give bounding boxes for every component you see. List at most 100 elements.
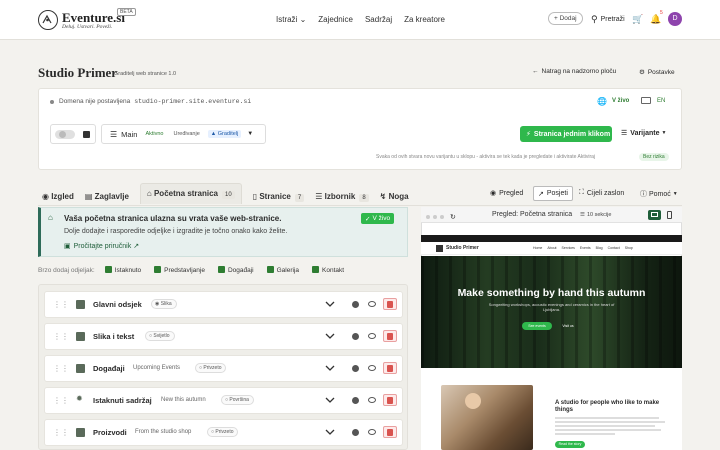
section-style-tag[interactable]: ○ Površina [221, 395, 254, 405]
tab-zaglavlje[interactable]: ▤ Zaglavlje [85, 192, 129, 201]
delete-button[interactable] [383, 298, 397, 310]
delete-button[interactable] [383, 330, 397, 342]
mini-nav-events[interactable]: Events [580, 246, 591, 250]
preview-button[interactable]: ◉ Pregled [490, 189, 523, 198]
trash-icon [387, 365, 393, 372]
section-row[interactable]: ⋮⋮ Proizvodi From the studio shop ○ Priv… [44, 419, 403, 446]
quick-add-dogadaji[interactable]: Događaji [217, 266, 254, 274]
variants-dropdown[interactable]: ☰ Varijante ▼ [621, 129, 667, 138]
theme-toggle[interactable] [50, 124, 96, 144]
language-select[interactable]: EN [657, 98, 665, 104]
section-row[interactable]: ⋮⋮ Događaji Upcoming Events ○ Privzeto [44, 355, 403, 382]
nav-za-kreatore[interactable]: Za kreatore [404, 15, 445, 24]
help-dropdown[interactable]: ⓘ Pomoć ▼ [640, 189, 678, 199]
mode-graditelj[interactable]: ▲ Graditelj [207, 130, 242, 138]
one-click-site-button[interactable]: ⚡ Stranica jednim klikom [520, 126, 612, 142]
chevron-down-icon[interactable] [325, 427, 335, 437]
drag-handle-icon[interactable]: ⋮⋮ [53, 332, 69, 341]
help-icon[interactable] [352, 397, 359, 404]
drag-handle-icon[interactable]: ⋮⋮ [53, 396, 69, 405]
mini-nav-services[interactable]: Services [562, 246, 575, 250]
quick-add-predstavljanje[interactable]: Predstavljanje [154, 266, 205, 274]
mini-content-button[interactable]: Read the story [555, 441, 585, 448]
help-label: Pomoć [649, 190, 671, 198]
help-icon[interactable] [352, 429, 359, 436]
eye-icon[interactable] [368, 301, 376, 307]
mode-aktivno[interactable]: Aktivno [145, 131, 163, 137]
section-row[interactable]: ⋮⋮ Slika i tekst ○ Svijetlo [44, 323, 403, 350]
mini-nav-home[interactable]: Home [533, 246, 542, 250]
section-row[interactable]: ⋮⋮ Glavni odsjek ◉ Slika [44, 291, 403, 318]
quick-add-istaknuto[interactable]: Istaknuto [104, 266, 141, 274]
fullscreen-button[interactable]: ⛶ Cijeli zaslon [579, 189, 624, 197]
eye-icon[interactable] [368, 333, 376, 339]
eventure-logo-icon[interactable] [38, 10, 58, 30]
mobile-icon[interactable] [667, 211, 672, 219]
tab-pocetna-label: Početna stranica [153, 189, 218, 198]
help-icon[interactable] [352, 301, 359, 308]
section-row[interactable]: ⋮⋮ ✹ Istaknuti sadržaj New this autumn ○… [44, 387, 403, 414]
mini-nav-contact[interactable]: Contact [608, 246, 620, 250]
eye-icon[interactable] [368, 397, 376, 403]
avatar[interactable]: D [668, 12, 682, 26]
cart-icon[interactable]: 🛒 [632, 14, 643, 25]
mini-hero-primary-button[interactable]: See events [522, 322, 552, 330]
tab-pocetna-stranica[interactable]: ⌂ Početna stranica 10 [139, 183, 242, 204]
domain-name[interactable]: studio-primer.site.eventure.si [134, 98, 251, 105]
back-to-dashboard-link[interactable]: ← Natrag na nadzorno ploču [532, 68, 616, 75]
add-button[interactable]: + Dodaj [548, 12, 583, 25]
read-manual-link[interactable]: ▣ Pročitajte priručnik ↗ [64, 242, 139, 251]
tab-noga[interactable]: ↯ Noga [380, 192, 409, 201]
quick-add-kontakt-label: Kontakt [322, 267, 345, 274]
settings-link[interactable]: ⚙ Postavke [639, 68, 675, 77]
one-click-site-label: Stranica jednim klikom [533, 130, 611, 138]
delete-button[interactable] [383, 362, 397, 374]
help-icon[interactable] [352, 333, 359, 340]
chevron-down-icon[interactable] [325, 395, 335, 405]
palette-icon: ◉ [42, 192, 52, 201]
help-icon[interactable] [352, 365, 359, 372]
drag-handle-icon[interactable]: ⋮⋮ [53, 364, 69, 373]
eye-icon[interactable] [368, 429, 376, 435]
drag-handle-icon[interactable]: ⋮⋮ [53, 428, 69, 437]
search-button[interactable]: ⚲ Pretraži [591, 14, 625, 25]
globe-icon[interactable]: 🌐 [597, 97, 607, 106]
nav-zajednice[interactable]: Zajednice [318, 15, 353, 24]
refresh-icon[interactable]: ↻ [450, 213, 456, 221]
tab-stranice[interactable]: ▯ Stranice 7 [253, 192, 305, 202]
chevron-down-icon[interactable] [325, 331, 335, 341]
mode-uredivanje[interactable]: Uređivanje [173, 131, 199, 137]
eye-icon[interactable] [368, 365, 376, 371]
chevron-down-icon[interactable] [325, 363, 335, 373]
check-circle-icon: ✓ [365, 215, 371, 223]
mini-text-line [555, 425, 655, 427]
section-style-label: Slika [160, 301, 172, 307]
section-style-tag[interactable]: ○ Svijetlo [145, 331, 175, 341]
fullscreen-icon: ⛶ [579, 189, 584, 196]
nav-sadrzaj[interactable]: Sadržaj [365, 15, 392, 24]
chevron-down-icon: ▼ [661, 130, 667, 136]
chevron-down-icon: ▼ [247, 131, 254, 137]
keyboard-icon[interactable] [641, 97, 651, 104]
section-style-tag[interactable]: ○ Privzeto [195, 363, 227, 373]
mini-nav-about[interactable]: About [547, 246, 556, 250]
mini-nav-shop[interactable]: Shop [625, 246, 633, 250]
tab-izgled[interactable]: ◉ Izgled [42, 192, 74, 201]
quick-add-galerija[interactable]: Galerija [266, 266, 299, 274]
quick-add-kontakt[interactable]: Kontakt [312, 266, 344, 274]
delete-button[interactable] [383, 426, 397, 438]
mini-hero-secondary-button[interactable]: Visit us [556, 322, 580, 330]
branch-selector[interactable]: ☰ Main Aktivno Uređivanje ▲ Graditelj ▼ [101, 124, 266, 144]
chevron-down-icon[interactable] [325, 299, 335, 309]
image-icon [76, 300, 85, 309]
section-style-tag[interactable]: ○ Privzeto [207, 427, 239, 437]
section-style-tag[interactable]: ◉ Slika [151, 299, 177, 309]
nav-istrazi[interactable]: Istraži ⌄ [276, 15, 306, 24]
visit-button[interactable]: ↗ Posjeti [533, 186, 573, 201]
mail-icon [312, 266, 320, 273]
mini-nav-blog[interactable]: Blog [596, 246, 603, 250]
delete-button[interactable] [383, 394, 397, 406]
drag-handle-icon[interactable]: ⋮⋮ [53, 300, 69, 309]
tab-izbornik[interactable]: ☰ Izbornik 8 [315, 192, 369, 202]
desktop-view-button[interactable] [648, 210, 661, 220]
